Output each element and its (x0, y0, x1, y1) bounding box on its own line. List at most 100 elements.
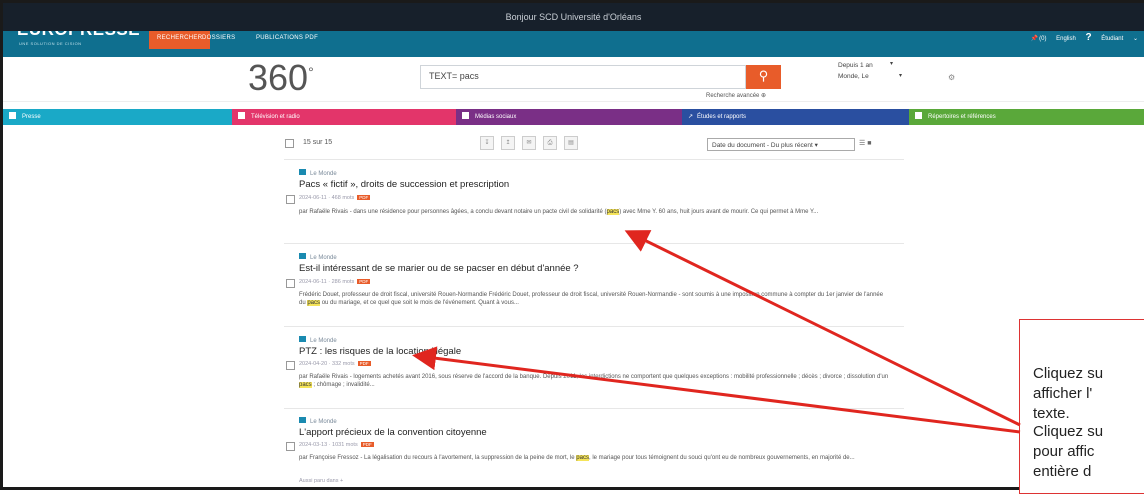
user-menu[interactable]: Étudiant (1101, 36, 1123, 42)
category-label: Répertoires et références (928, 114, 996, 120)
download-icon[interactable]: ↥ (501, 136, 515, 150)
advanced-search-label: Recherche avancée (706, 93, 760, 99)
divider (284, 408, 904, 409)
list-view-icon[interactable]: ☰ (859, 140, 865, 147)
source-label: Le Monde (310, 419, 337, 425)
category-etudes[interactable]: ↗ Études et rapports (682, 109, 909, 125)
category-presse[interactable]: Presse (3, 109, 232, 125)
email-icon[interactable]: ✉ (522, 136, 536, 150)
result-checkbox[interactable] (286, 361, 295, 370)
chevron-down-icon[interactable]: ⌄ (1133, 36, 1138, 42)
result-title[interactable]: L'apport précieux de la convention citoy… (299, 427, 487, 438)
category-repertoires[interactable]: Répertoires et références (909, 109, 1144, 125)
result-snippet: par Rafaële Rivais - dans une résidence … (299, 208, 889, 216)
search-button[interactable]: ⚲ (746, 65, 781, 89)
meta-text: 2024-06-11 · 286 mots (299, 279, 355, 285)
result-item: Le Monde Pacs « fictif », droits de succ… (284, 166, 904, 236)
category-label: Études et rapports (697, 114, 747, 120)
newspaper-icon (299, 417, 306, 423)
tv-icon (238, 112, 245, 119)
result-checkbox[interactable] (286, 442, 295, 451)
result-title[interactable]: Est-il intéressant de se marier ou de se… (299, 263, 579, 274)
result-snippet: par Françoise Fressoz - La légalisation … (299, 454, 889, 462)
select-all-checkbox[interactable] (285, 139, 294, 148)
snippet-highlight: pacs (299, 382, 312, 388)
grid-view-icon[interactable]: ■ (867, 140, 871, 147)
snippet-text: , le mariage pour tous témoignent du sou… (588, 455, 855, 461)
meta-text: 2024-06-11 · 468 mots (299, 195, 355, 201)
sort-select[interactable]: Date du document - Du plus récent ▾ (707, 138, 855, 151)
result-title[interactable]: Pacs « fictif », droits de succession et… (299, 179, 509, 190)
source-label: Le Monde (310, 171, 337, 177)
newspaper-icon (299, 336, 306, 342)
result-meta: 2024-06-11 · 286 mots PDF (299, 279, 371, 285)
advanced-search-link[interactable]: Recherche avancée ⊕ (706, 92, 766, 99)
category-tv-radio[interactable]: Télévision et radio (232, 109, 456, 125)
category-label: Médias sociaux (475, 114, 517, 120)
snippet-highlight: pacs (307, 300, 321, 306)
category-social[interactable]: Médias sociaux (456, 109, 682, 125)
results-count: 15 sur 15 (303, 139, 333, 146)
document-icon[interactable]: ▤ (564, 136, 578, 150)
pin-icon[interactable]: 📌(0) (1031, 36, 1047, 42)
result-source: Le Monde (299, 253, 337, 261)
print-icon[interactable]: ⎙ (543, 136, 557, 150)
result-source: Le Monde (299, 336, 337, 344)
sort-label: Date du document - Du plus récent (712, 142, 813, 149)
divider (284, 326, 904, 327)
result-meta: 2024-03-13 · 1031 mots PDF (299, 442, 374, 448)
snippet-text: ) avec Mme Y. 60 ans, huit jours avant d… (619, 209, 819, 215)
search-icon: ⚲ (758, 68, 769, 83)
source-select[interactable]: Monde, Le (838, 71, 873, 82)
search-row: 360° TEXT= pacs ⚲ Recherche avancée ⊕ De… (3, 57, 1144, 102)
pdf-badge: PDF (357, 195, 371, 200)
pdf-badge: PDF (357, 361, 371, 366)
pin-count: (0) (1039, 36, 1047, 42)
callout-line-text: afficher l' (1033, 385, 1093, 402)
period-caret-icon[interactable]: ▾ (890, 60, 893, 67)
logo-subtitle: UNE SOLUTION DE CISION (19, 41, 82, 46)
result-checkbox[interactable] (286, 279, 295, 288)
divider (284, 243, 904, 244)
gear-icon[interactable]: ⚙ (948, 73, 955, 82)
snippet-highlight: pacs (576, 455, 589, 461)
result-meta: 2024-04-20 · 332 mots PDF (299, 361, 371, 367)
newspaper-icon (9, 112, 16, 119)
divider (284, 159, 904, 160)
language-link[interactable]: English (1056, 36, 1076, 42)
callout-line: entière d (1033, 463, 1092, 480)
help-icon[interactable]: ? (1085, 32, 1091, 43)
pdf-badge: PDF (357, 279, 371, 284)
chevron-down-icon: ▾ (814, 142, 818, 149)
result-meta: 2024-06-11 · 468 mots PDF (299, 195, 371, 201)
source-label: Le Monde (310, 338, 337, 344)
result-title[interactable]: PTZ : les risques de la location illégal… (299, 346, 461, 357)
logo-360: 360° (248, 57, 314, 99)
logo-360-text: 360 (248, 57, 309, 98)
book-icon (915, 112, 922, 119)
source-caret-icon[interactable]: ▾ (899, 72, 902, 79)
newspaper-icon (299, 253, 306, 259)
newspaper-icon (299, 169, 306, 175)
result-checkbox[interactable] (286, 195, 295, 204)
annotation-callout: Cliquez su afficher l' texte. Cliquez su… (1019, 319, 1144, 494)
category-label: Presse (22, 114, 41, 120)
pin-tool-icon[interactable]: ↧ (480, 136, 494, 150)
result-item: Le Monde Est-il intéressant de se marier… (284, 250, 904, 320)
filter-selects: Depuis 1 an Monde, Le (838, 60, 873, 82)
search-input[interactable]: TEXT= pacs (420, 65, 746, 89)
result-source: Le Monde (299, 417, 337, 425)
greeting-text: Bonjour SCD Université d'Orléans (505, 12, 642, 22)
period-select[interactable]: Depuis 1 an (838, 60, 873, 71)
result-snippet: Frédéric Douet, professeur de droit fisc… (299, 291, 889, 307)
degree-icon: ° (308, 64, 314, 80)
callout-line: Cliquez su (1033, 423, 1104, 440)
snippet-text: par Rafaële Rivais - logements achetés a… (299, 374, 889, 380)
also-published-link[interactable]: Aussi paru dans + (299, 478, 343, 484)
category-bar: Presse Télévision et radio Médias sociau… (3, 109, 1144, 125)
category-label: Télévision et radio (251, 114, 300, 120)
result-source: Le Monde (299, 169, 337, 177)
view-toggle[interactable]: ☰ ■ (859, 139, 871, 147)
meta-text: 2024-03-13 · 1031 mots (299, 442, 358, 448)
callout-line: texte. (1033, 405, 1070, 422)
